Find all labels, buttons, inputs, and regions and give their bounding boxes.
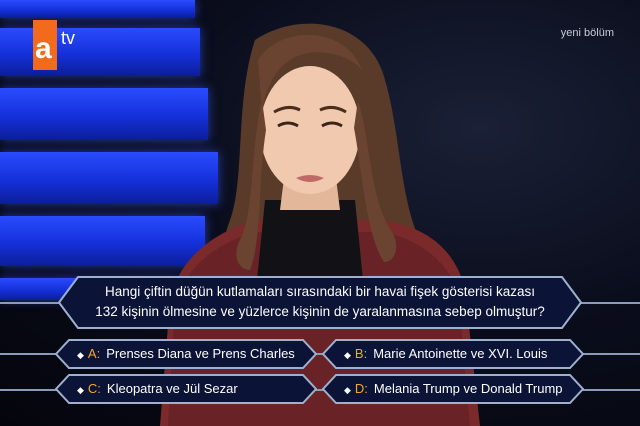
channel-logo: a tv [33, 20, 88, 72]
answer-text: Melania Trump ve Donald Trump [373, 381, 563, 396]
question-text: Hangi çiftin düğün kutlamaları sırasında… [58, 282, 582, 322]
logo-suffix: tv [61, 28, 76, 48]
diamond-icon: ◆ [77, 385, 84, 395]
question-line-2: 132 kişinin ölmesine ve yüzlerce kişinin… [95, 304, 545, 319]
logo-letter: a [35, 32, 52, 65]
answer-option-d[interactable]: ◆ D: Melania Trump ve Donald Trump [322, 374, 584, 404]
answer-text: Prenses Diana ve Prens Charles [106, 346, 295, 361]
question-panel: Hangi çiftin düğün kutlamaları sırasında… [58, 276, 582, 329]
diamond-icon: ◆ [77, 350, 84, 360]
answer-option-c[interactable]: ◆ C: Kleopatra ve Jül Sezar [55, 374, 317, 404]
answer-letter: D: [354, 381, 368, 396]
question-line-1: Hangi çiftin düğün kutlamaları sırasında… [105, 284, 535, 299]
diamond-icon: ◆ [344, 385, 351, 395]
answer-option-a[interactable]: ◆ A: Prenses Diana ve Prens Charles [55, 339, 317, 369]
game-show-screen: a tv yeni bölüm Hangi çiftin düğün kutla… [0, 0, 640, 426]
answer-letter: C: [87, 381, 101, 396]
new-episode-badge: yeni bölüm [560, 27, 614, 39]
answer-letter: A: [87, 346, 101, 361]
answer-text: Kleopatra ve Jül Sezar [106, 381, 238, 396]
diamond-icon: ◆ [344, 350, 351, 360]
answer-option-b[interactable]: ◆ B: Marie Antoinette ve XVI. Louis [322, 339, 584, 369]
answer-text: Marie Antoinette ve XVI. Louis [373, 346, 548, 361]
answer-letter: B: [354, 346, 368, 361]
